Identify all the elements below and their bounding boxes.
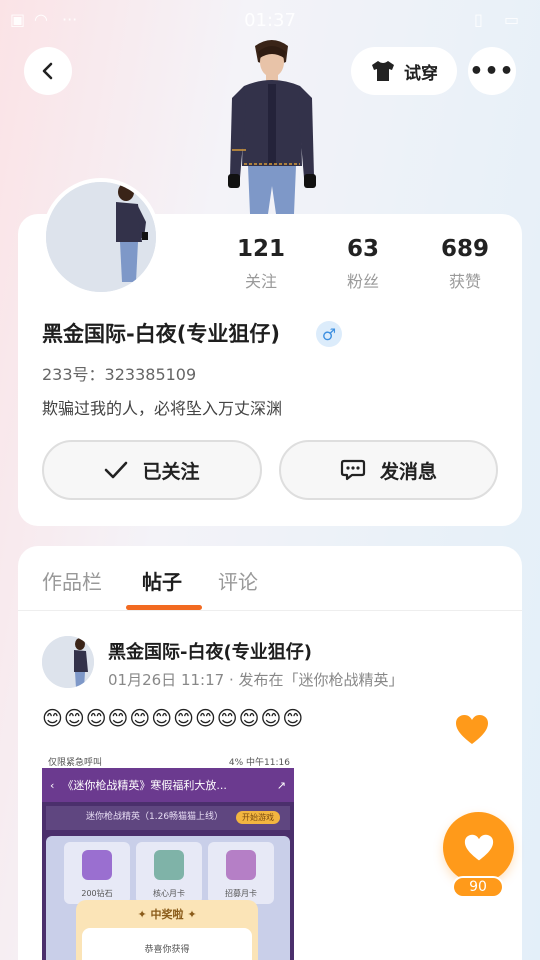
avatar-figure-icon — [46, 182, 156, 292]
checkmark-icon — [105, 461, 128, 479]
post-author-avatar[interactable] — [42, 636, 94, 688]
chat-bubble-icon — [340, 459, 366, 481]
card-icon — [154, 850, 184, 880]
embedded-reward-item: 200钻石 — [64, 842, 130, 904]
status-time: 01:37 — [244, 10, 296, 31]
more-button[interactable]: ••• — [468, 47, 516, 95]
embedded-game-banner: 迷你枪战精英（1.26畅猫猫上线） 开始游戏 — [46, 806, 290, 830]
embedded-popup-text: 恭喜你获得 — [82, 928, 252, 960]
likes-count: 689 — [440, 236, 489, 262]
embedded-status-bar: 仅限紧急呼叫 4% 中午11:16 — [42, 752, 294, 768]
embedded-back-icon: ‹ — [50, 778, 55, 792]
embedded-reward-label: 200钻石 — [81, 889, 113, 898]
post-author-name[interactable]: 黑金国际-白夜(专业狙仔) — [108, 638, 312, 664]
like-button[interactable] — [443, 812, 514, 883]
card-icon — [226, 850, 256, 880]
male-gender-icon: ♂ — [316, 321, 342, 347]
send-message-button[interactable]: 发消息 — [279, 440, 498, 500]
likes-label: 获赞 — [448, 272, 481, 291]
embedded-nav-bar: ‹ 《迷你枪战精英》寒假福利大放... ↗ — [42, 768, 294, 802]
embedded-reward-label: 核心月卡 — [153, 889, 185, 898]
avatar-character-figure[interactable] — [222, 36, 322, 216]
heart-icon[interactable] — [454, 712, 490, 748]
posts-feed-card: 作品栏 帖子 评论 黑金国际-白夜(专业狙仔) 01月26日 11:17 · 发… — [18, 546, 522, 960]
tab-posts[interactable]: 帖子 — [142, 566, 182, 595]
following-label: 关注 — [244, 272, 277, 291]
embedded-status-right: 4% 中午11:16 — [228, 758, 290, 768]
embedded-popup-title: ✦ 中奖啦 ✦ — [137, 908, 197, 921]
embedded-reward-label: 招募月卡 — [225, 889, 257, 898]
like-count-badge: 90 — [452, 876, 504, 898]
embedded-status-left: 仅限紧急呼叫 — [48, 758, 103, 768]
tab-works[interactable]: 作品栏 — [42, 566, 102, 595]
embedded-start-button: 开始游戏 — [236, 811, 280, 824]
tab-comments[interactable]: 评论 — [218, 566, 258, 595]
embedded-reward-item: 招募月卡 — [208, 842, 274, 904]
embedded-prize-popup: ✦ 中奖啦 ✦ 恭喜你获得 — [76, 900, 258, 960]
stat-likes[interactable]: 689 获赞 — [420, 236, 510, 292]
status-bar: ▣ ◠ ··· 01:37 ▯ ▭ — [0, 0, 540, 40]
followers-label: 粉丝 — [346, 272, 379, 291]
post-content-text: 😊😊😊😊😊😊😊😊😊😊😊😊 — [42, 706, 305, 730]
heart-icon — [464, 834, 493, 860]
try-on-button[interactable]: 试穿 — [351, 47, 457, 95]
diamond-icon — [82, 850, 112, 880]
stat-followers[interactable]: 63 粉丝 — [318, 236, 408, 292]
embedded-page-body: 迷你枪战精英（1.26畅猫猫上线） 开始游戏 200钻石 核心月卡 招募月卡 ✦… — [42, 802, 294, 960]
followed-label: 已关注 — [142, 460, 200, 483]
followers-count: 63 — [346, 236, 379, 262]
avatar-figure-icon — [42, 636, 94, 688]
more-dots-icon: ••• — [469, 58, 515, 84]
embedded-banner-text: 迷你枪战精英（1.26畅猫猫上线） — [86, 812, 224, 822]
tab-divider — [18, 610, 522, 611]
embedded-reward-item: 核心月卡 — [136, 842, 202, 904]
user-bio: 欺骗过我的人，必将坠入万丈深渊 — [42, 399, 283, 418]
embedded-share-icon: ↗ — [276, 778, 286, 792]
post-meta: 01月26日 11:17 · 发布在「迷你枪战精英」 — [108, 671, 404, 689]
send-message-label: 发消息 — [379, 460, 437, 483]
battery-icon: ▭ — [504, 10, 520, 29]
user-id: 233号：323385109 — [42, 365, 197, 384]
stat-following[interactable]: 121 关注 — [216, 236, 306, 292]
post-image-screenshot[interactable]: 仅限紧急呼叫 4% 中午11:16 ‹ 《迷你枪战精英》寒假福利大放... ↗ … — [42, 752, 294, 960]
tshirt-icon — [372, 61, 394, 81]
back-button[interactable] — [24, 47, 72, 95]
user-nickname: 黑金国际-白夜(专业狙仔) — [42, 322, 280, 346]
following-count: 121 — [236, 236, 285, 262]
back-arrow-icon — [42, 62, 53, 80]
followed-button[interactable]: 已关注 — [42, 440, 262, 500]
embedded-nav-title: 《迷你枪战精英》寒假福利大放... — [62, 779, 227, 792]
vibrate-icon: ▯ — [474, 10, 483, 29]
profile-avatar[interactable] — [42, 178, 160, 296]
try-on-label: 试穿 — [404, 63, 438, 84]
